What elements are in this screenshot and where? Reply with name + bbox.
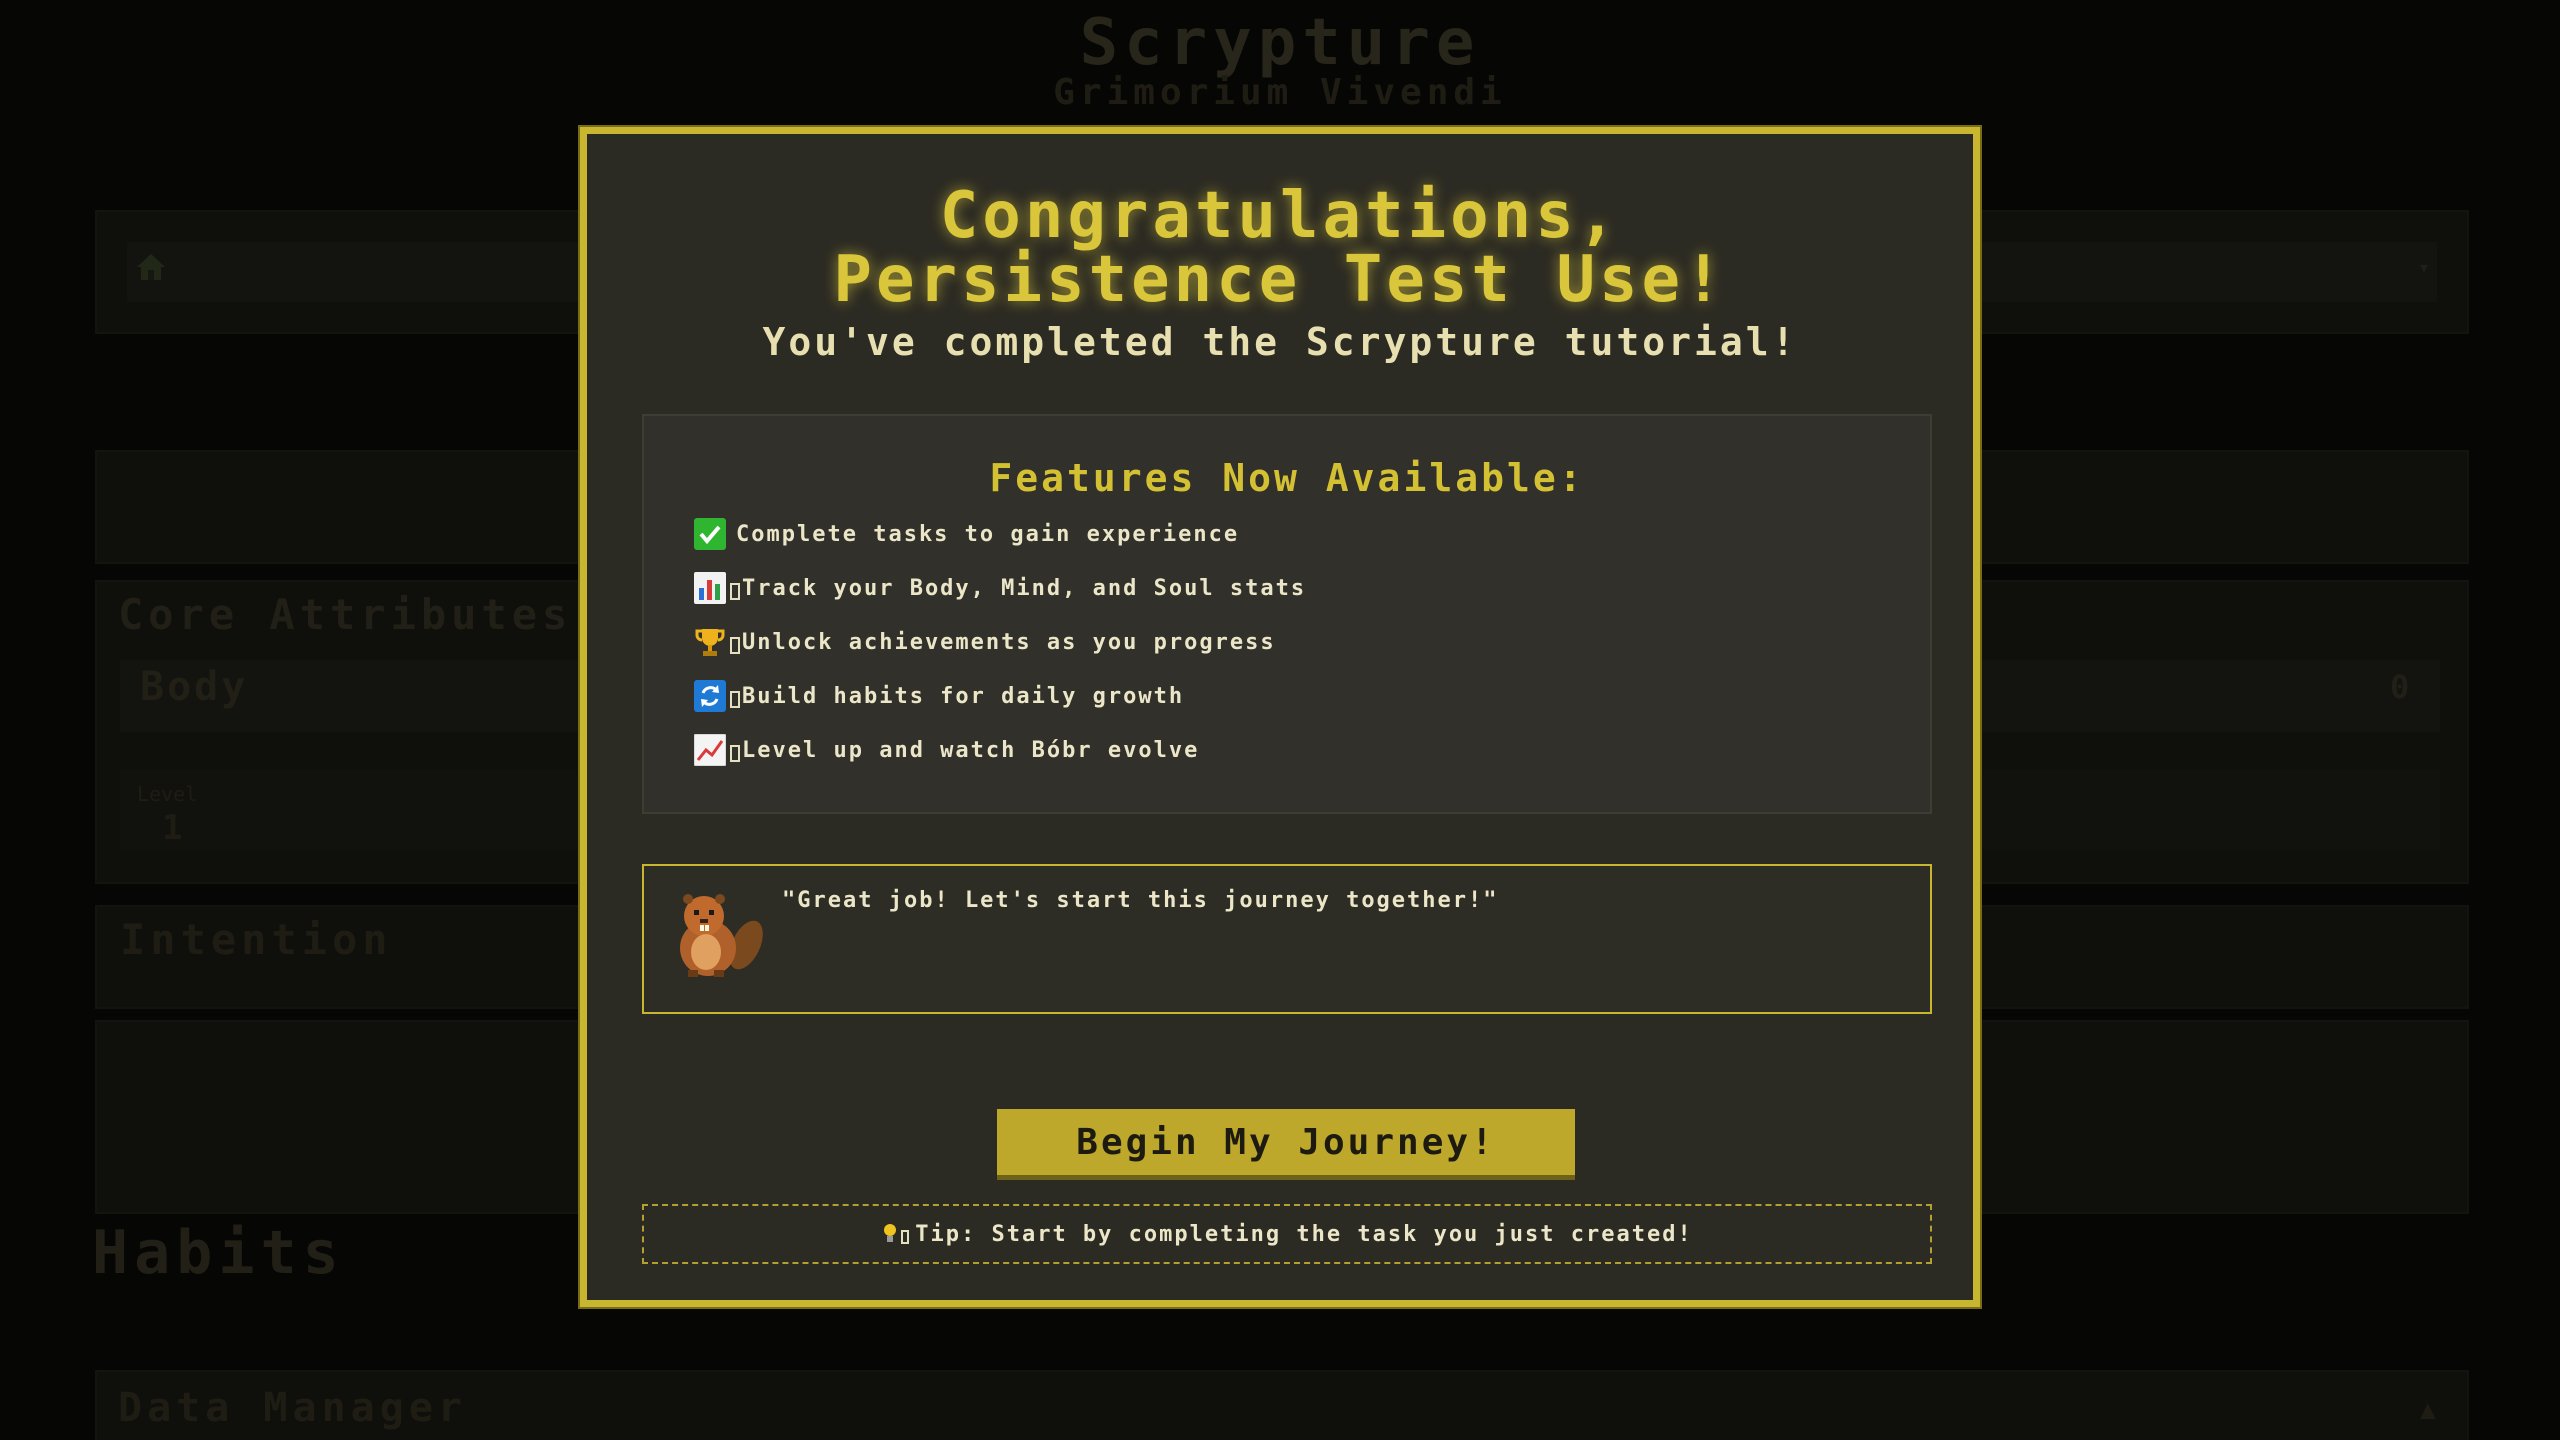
- feature-item: Track your Body, Mind, and Soul stats: [694, 568, 1306, 608]
- begin-journey-button[interactable]: Begin My Journey!: [997, 1109, 1575, 1175]
- feature-text: Unlock achievements as you progress: [742, 629, 1276, 655]
- beaver-icon: [666, 890, 766, 980]
- missing-glyph-icon: [730, 744, 740, 762]
- feature-item: Level up and watch Bóbr evolve: [694, 730, 1199, 770]
- features-box: Features Now Available: Complete tasks t…: [642, 414, 1932, 814]
- missing-glyph-icon: [901, 1230, 910, 1244]
- lightbulb-icon: [881, 1222, 899, 1246]
- feature-text: Track your Body, Mind, and Soul stats: [742, 575, 1307, 601]
- feature-text: Level up and watch Bóbr evolve: [742, 737, 1200, 763]
- features-title: Features Now Available:: [989, 456, 1585, 500]
- feature-item: Build habits for daily growth: [694, 676, 1184, 716]
- tip-box: Tip: Start by completing the task you ju…: [642, 1204, 1932, 1264]
- feature-item: Complete tasks to gain experience: [694, 514, 1239, 554]
- tip-text: Tip: Start by completing the task you ju…: [915, 1221, 1693, 1247]
- trending-up-icon: [694, 734, 726, 766]
- modal-title: Congratulations, Persistence Test Use!: [587, 184, 1973, 312]
- modal-subtitle: You've completed the Scrypture tutorial!: [762, 320, 1798, 364]
- beaver-message-box: "Great job! Let's start this journey tog…: [642, 864, 1932, 1014]
- modal-title-line2: Persistence Test Use!: [833, 243, 1727, 317]
- checkmark-icon: [694, 518, 726, 550]
- modal-title-line1: Congratulations,: [939, 179, 1621, 253]
- missing-glyph-icon: [730, 636, 740, 654]
- trophy-icon: [694, 626, 726, 658]
- beaver-quote: "Great job! Let's start this journey tog…: [782, 888, 1499, 913]
- missing-glyph-icon: [730, 582, 740, 600]
- refresh-icon: [694, 680, 726, 712]
- feature-text: Complete tasks to gain experience: [736, 521, 1240, 547]
- bar-chart-icon: [694, 572, 726, 604]
- app-root: Scrypture Grimorium Vivendi ▾ Core Attri…: [0, 0, 2560, 1440]
- tutorial-complete-modal: Congratulations, Persistence Test Use! Y…: [578, 125, 1982, 1309]
- missing-glyph-icon: [730, 690, 740, 708]
- feature-item: Unlock achievements as you progress: [694, 622, 1276, 662]
- feature-text: Build habits for daily growth: [742, 683, 1185, 709]
